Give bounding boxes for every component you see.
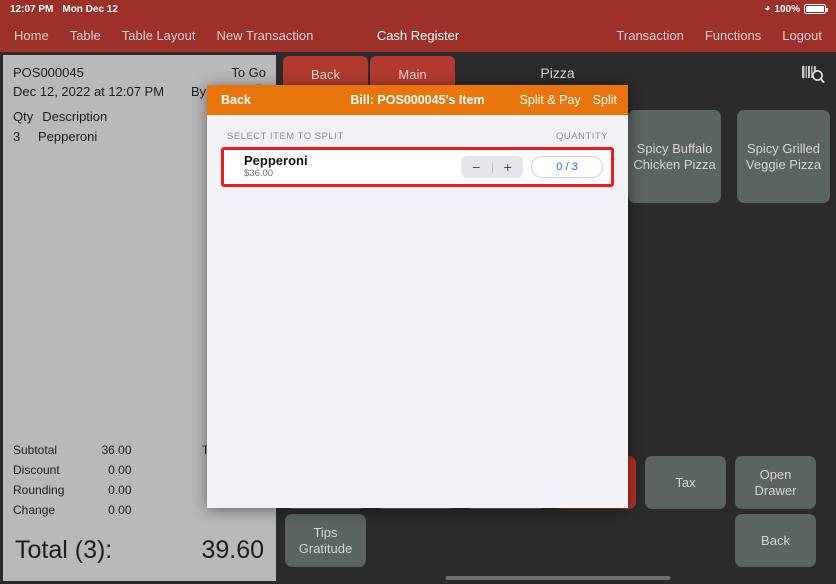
split-item-row[interactable]: Pepperoni $36.00 − + 0 / 3 [224,150,611,184]
increment-button[interactable]: + [493,156,524,178]
section-label-select-item: SELECT ITEM TO SPLIT [227,131,344,142]
nav-item-table-layout[interactable]: Table Layout [122,28,196,43]
rounding-label: Rounding [13,483,65,497]
subtotal-value: 36.00 [101,443,132,457]
barcode-search-icon[interactable] [800,63,826,85]
discount-value: 0.00 [108,463,132,477]
receipt-col-description: Description [42,109,108,124]
nav-item-logout[interactable]: Logout [782,28,822,43]
grand-total-value: 39.60 [201,536,264,564]
split-item-modal: Back Bill: POS000045's Item Split & Pay … [207,85,628,508]
quantity-stepper: − + [461,156,523,178]
action-button-back[interactable]: Back [735,514,816,567]
receipt-order-id: POS000045 [13,65,84,80]
battery-icon [804,4,828,14]
nav-item-functions[interactable]: Functions [705,28,761,43]
receipt-order-type: To Go [231,65,266,80]
receipt-grand-total: Total (3): 39.60 [3,524,276,581]
action-button-tips-gratitude[interactable]: Tips Gratitude [285,514,366,567]
change-value: 0.00 [108,503,132,517]
section-label-quantity: QUANTITY [555,131,608,142]
nav-item-new-transaction[interactable]: New Transaction [217,28,314,43]
wifi-icon: ◕ [764,3,771,14]
home-indicator [445,576,670,580]
status-bar: 12:07 PM Mon Dec 12 ◕ 100% [0,0,836,18]
product-tile[interactable]: Spicy Buffalo Chicken Pizza [628,110,721,203]
split-button[interactable]: Split [593,93,617,107]
nav-item-table[interactable]: Table [70,28,101,43]
nav-item-home[interactable]: Home [14,28,49,43]
subtotal-label: Subtotal [13,443,58,457]
line-item-qty: 3 [13,129,21,144]
action-button-open-drawer[interactable]: Open Drawer [735,456,816,509]
battery-percent: 100% [774,3,800,15]
top-navigation-bar: Home Table Table Layout New Transaction … [0,18,836,52]
action-button-tax[interactable]: Tax [645,456,726,509]
split-and-pay-button[interactable]: Split & Pay [520,93,581,107]
discount-label: Discount [13,463,60,477]
pos-app-screen: 12:07 PM Mon Dec 12 ◕ 100% Home Table Ta… [0,0,836,584]
split-item-price: $36.00 [244,168,274,179]
quantity-value-pill[interactable]: 0 / 3 [531,156,603,178]
rounding-value: 0.00 [108,483,132,497]
split-item-name: Pepperoni [244,153,308,168]
highlighted-item-row[interactable]: Pepperoni $36.00 − + 0 / 3 [221,147,614,187]
change-label: Change [13,503,56,517]
modal-back-button[interactable]: Back [221,93,251,107]
receipt-by-label: By [190,84,207,99]
modal-body: SELECT ITEM TO SPLIT QUANTITY Pepperoni … [207,115,628,187]
status-time: 12:07 PM [10,3,54,15]
receipt-col-qty: Qty [13,109,34,124]
modal-header: Back Bill: POS000045's Item Split & Pay … [207,85,628,115]
nav-item-transaction[interactable]: Transaction [616,28,683,43]
product-tile[interactable]: Spicy Grilled Veggie Pizza [737,110,830,203]
line-item-description: Pepperoni [38,129,98,144]
grand-total-label: Total (3): [15,536,113,564]
decrement-button[interactable]: − [461,156,492,178]
receipt-datetime: Dec 12, 2022 at 12:07 PM [13,84,165,99]
status-date: Mon Dec 12 [62,3,118,15]
